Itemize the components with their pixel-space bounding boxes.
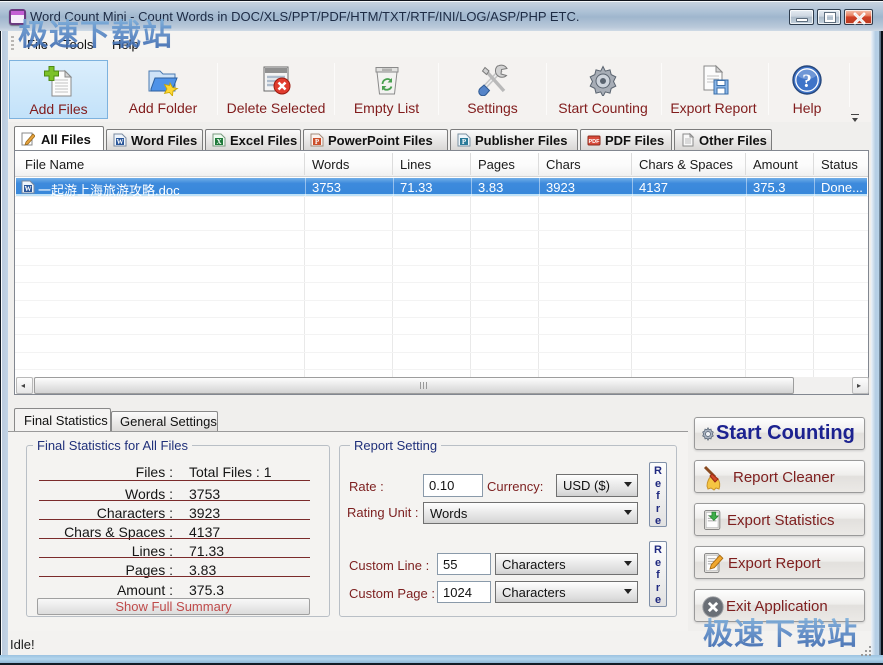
svg-text:P: P [315, 138, 320, 146]
svg-text:X: X [216, 138, 221, 146]
svg-text:?: ? [802, 71, 812, 92]
svg-text:PDF: PDF [589, 139, 601, 145]
svg-text:W: W [117, 138, 124, 146]
svg-text:W: W [25, 185, 32, 193]
svg-text:P: P [462, 138, 467, 146]
